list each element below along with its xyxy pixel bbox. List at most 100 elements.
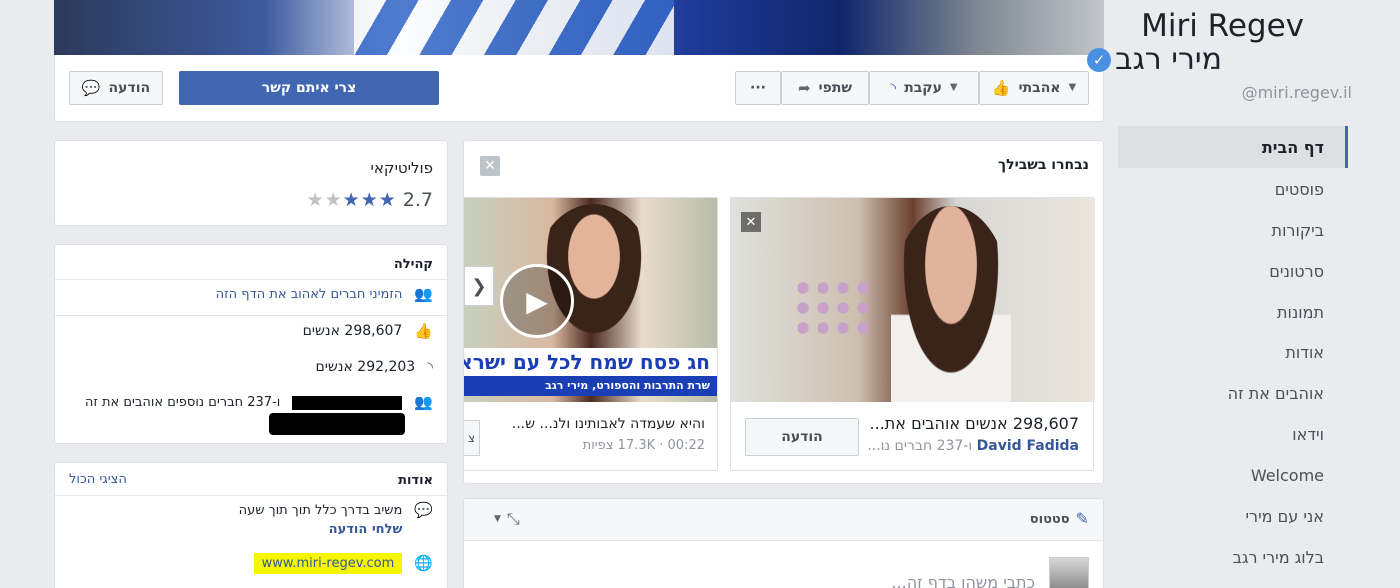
more-button[interactable]: ···	[735, 71, 781, 105]
rating-value: 2.7	[402, 189, 433, 211]
featured-card-2-video[interactable]: ▶ ❯ חג פסח שמח לכל עם ישראל שרת התרבות ו…	[464, 198, 717, 402]
sidebar-nav: דף הבית פוסטים ביקורות סרטונים תמונות או…	[1118, 126, 1400, 588]
page-handle[interactable]: @miri.regev.il	[1242, 83, 1352, 102]
follows-count: 292,203 אנשים	[315, 359, 416, 375]
featured-title: נבחרו בשבילך	[998, 157, 1089, 173]
community-friends-row: 👥 ו-237 חברים נוספים אוהבים את זה	[69, 393, 433, 411]
globe-icon: 🌐	[414, 554, 433, 572]
status-input[interactable]: כתבי משהו בדף זה...	[891, 573, 1035, 588]
divider	[55, 279, 447, 280]
response-text-col: משיב בדרך כלל תוך תוך שעה שלחי הודעה	[239, 503, 403, 537]
status-label: סטטוס	[1029, 511, 1070, 527]
rss-icon: ◝	[890, 78, 897, 97]
people-icon: 👥	[414, 393, 433, 411]
thumbs-up-icon: 👍	[414, 321, 433, 340]
community-likes-row: 👍 298,607 אנשים	[69, 323, 433, 339]
flag-stripe	[354, 0, 674, 55]
send-message-link[interactable]: שלחי הודעה	[239, 522, 403, 537]
featured-card-2-title[interactable]: והיא שעמדה לאבותינו ולנ... ש...	[512, 416, 705, 432]
divider	[55, 315, 447, 316]
cover-photo[interactable]	[54, 0, 1104, 55]
divider	[55, 495, 447, 496]
chevron-down-icon: ▼	[949, 82, 958, 93]
close-card-icon[interactable]: ✕	[741, 212, 761, 232]
message-button[interactable]: הודעה 💬	[69, 71, 163, 105]
video-banner: חג פסח שמח לכל עם ישראל	[464, 348, 717, 376]
close-icon[interactable]: ✕	[480, 156, 500, 176]
featured-card-1-likes: 298,607 אנשים אוהבים את...	[869, 414, 1079, 433]
composer-header	[464, 499, 1103, 541]
page-name-he-row: מירי רגב ✓	[1087, 42, 1222, 77]
rating-row[interactable]: 2.7 ★★★★★	[307, 189, 433, 211]
status-tab[interactable]: ✎ סטטוס	[1030, 511, 1089, 527]
sidebar-item-about[interactable]: אודות	[1285, 343, 1324, 362]
likes-count: 298,607 אנשים	[302, 323, 403, 339]
friend-link[interactable]: David Fadida	[977, 438, 1079, 454]
sidebar-item-with-miri[interactable]: אני עם מירי	[1245, 507, 1324, 526]
rating-stars: ★★★★★	[307, 189, 397, 211]
sidebar-item-blog[interactable]: בלוג מירי רגב	[1233, 548, 1324, 567]
status-composer: ✎ סטטוס ▼ ⤡ כתבי משהו בדף זה...	[463, 498, 1104, 588]
play-icon[interactable]: ▶	[500, 264, 574, 338]
chevron-down-icon: ▼	[1068, 82, 1077, 93]
community-card: קהילה 👥 הזמיני חברים לאהוב את הדף הזה 👍 …	[54, 244, 448, 444]
messenger-icon: 💬	[414, 501, 433, 519]
share-button[interactable]: שתפי ➦	[781, 71, 869, 105]
rss-icon: ◝	[427, 357, 433, 376]
friend-rest: ו-237 חברים נו...	[867, 438, 977, 454]
featured-section: נבחרו בשבילך ✕ ✕ 298,607 אנשים אוהבים את…	[463, 140, 1104, 484]
page-name-en: Miri Regev	[1141, 8, 1304, 44]
see-all-link[interactable]: הציגי הכול	[69, 472, 127, 487]
contact-button[interactable]: צרי איתם קשר	[179, 71, 439, 105]
pencil-icon: ✎	[1075, 509, 1089, 528]
category-card: פוליטיקאי 2.7 ★★★★★	[54, 140, 448, 226]
redacted-block	[269, 413, 405, 435]
person-figure	[891, 206, 1011, 402]
thumbs-up-icon: 👍	[991, 78, 1011, 97]
sidebar-item-reviews[interactable]: ביקורות	[1272, 221, 1324, 240]
sidebar-item-videos[interactable]: סרטונים	[1269, 262, 1324, 281]
response-row: 💬 משיב בדרך כלל תוך תוך שעה שלחי הודעה	[69, 501, 433, 538]
sidebar-item-likes[interactable]: אוהבים את זה	[1228, 384, 1324, 403]
chevron-down-icon: ▼	[494, 513, 501, 524]
about-card: אודות הציגי הכול 💬 משיב בדרך כלל תוך תוך…	[54, 462, 448, 588]
website-row[interactable]: 🌐 www.miri-regev.com	[69, 553, 433, 574]
featured-card-1-photo[interactable]: ✕	[731, 198, 1095, 402]
expand-icon: ⤡	[506, 509, 520, 528]
follow-button[interactable]: ▼ עקבת ◝	[869, 71, 979, 105]
next-arrow-icon[interactable]: ❯	[464, 266, 494, 306]
video-banner-subtitle: שרת התרבות והספורט, מירי רגב	[464, 376, 717, 396]
redacted-name	[292, 395, 403, 410]
like-button[interactable]: ▼ אהבתי 👍	[979, 71, 1089, 105]
messenger-icon: 💬	[81, 78, 101, 97]
filled-star-icon: ★★★	[342, 189, 397, 211]
page-name-he: מירי רגב	[1115, 42, 1222, 77]
verified-badge-icon: ✓	[1087, 47, 1112, 72]
composer-options[interactable]: ▼ ⤡	[494, 511, 520, 527]
website-link[interactable]: www.miri-regev.com	[253, 553, 403, 574]
empty-star-icon: ★★	[306, 189, 343, 211]
friends-likes: ו-237 חברים נוספים אוהבים את זה	[84, 395, 281, 410]
sidebar-item-photos[interactable]: תמונות	[1277, 303, 1324, 322]
featured-card-1-friends: David Fadida ו-237 חברים נו...	[867, 438, 1079, 454]
flowers-decoration	[793, 278, 873, 338]
about-title: אודות	[398, 473, 433, 488]
response-text: משיב בדרך כלל תוך תוך שעה	[238, 503, 403, 518]
featured-card-2[interactable]: ▶ ❯ חג פסח שמח לכל עם ישראל שרת התרבות ו…	[464, 197, 718, 471]
people-icon: 👥	[414, 285, 433, 303]
featured-card-1[interactable]: ✕ 298,607 אנשים אוהבים את... David Fadid…	[730, 197, 1095, 471]
sidebar-item-posts[interactable]: פוסטים	[1275, 180, 1324, 199]
featured-card-1-message-button[interactable]: הודעה	[745, 418, 859, 456]
invite-friends-link[interactable]: הזמיני חברים לאהוב את הדף הזה	[216, 287, 403, 302]
sidebar-item-video[interactable]: וידאו	[1292, 425, 1324, 444]
share-arrow-icon: ➦	[797, 78, 811, 97]
sidebar-item-welcome[interactable]: Welcome	[1251, 466, 1324, 485]
community-title: קהילה	[393, 257, 433, 272]
action-bar: הודעה 💬 צרי איתם קשר ··· שתפי ➦ ▼ עקבת ◝…	[54, 55, 1104, 122]
composer-avatar	[1049, 557, 1089, 588]
category-label[interactable]: פוליטיקאי	[371, 159, 433, 177]
featured-card-2-button-edge[interactable]: צ	[464, 420, 480, 456]
sidebar-item-home-label[interactable]: דף הבית	[1262, 138, 1324, 157]
community-invite-row[interactable]: 👥 הזמיני חברים לאהוב את הדף הזה	[69, 285, 433, 303]
community-follows-row: ◝ 292,203 אנשים	[69, 359, 433, 375]
